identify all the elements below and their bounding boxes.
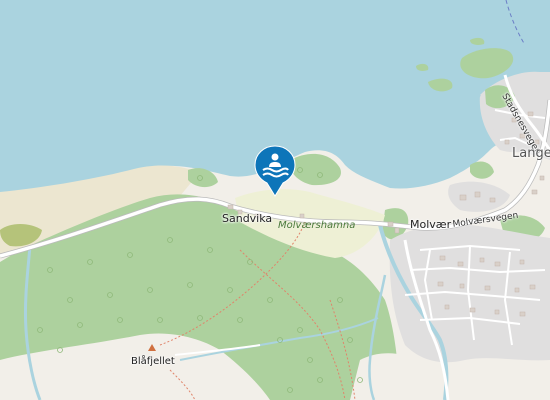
place-label-lange: Lange [512, 146, 550, 161]
place-label-sandvika: Sandvika [222, 212, 273, 225]
map-view[interactable]: Sandvika Molværshamna Molvær Molværsvege… [0, 0, 550, 400]
open-ground [350, 353, 430, 400]
place-label-blafjellet: Blåfjellet [131, 356, 175, 367]
place-label-molvaershamna: Molværshamna [278, 220, 356, 231]
mountain-peak-icon [148, 344, 156, 351]
swimming-beach-marker-icon[interactable] [254, 145, 296, 201]
place-label-molvaer: Molvær [410, 218, 452, 231]
